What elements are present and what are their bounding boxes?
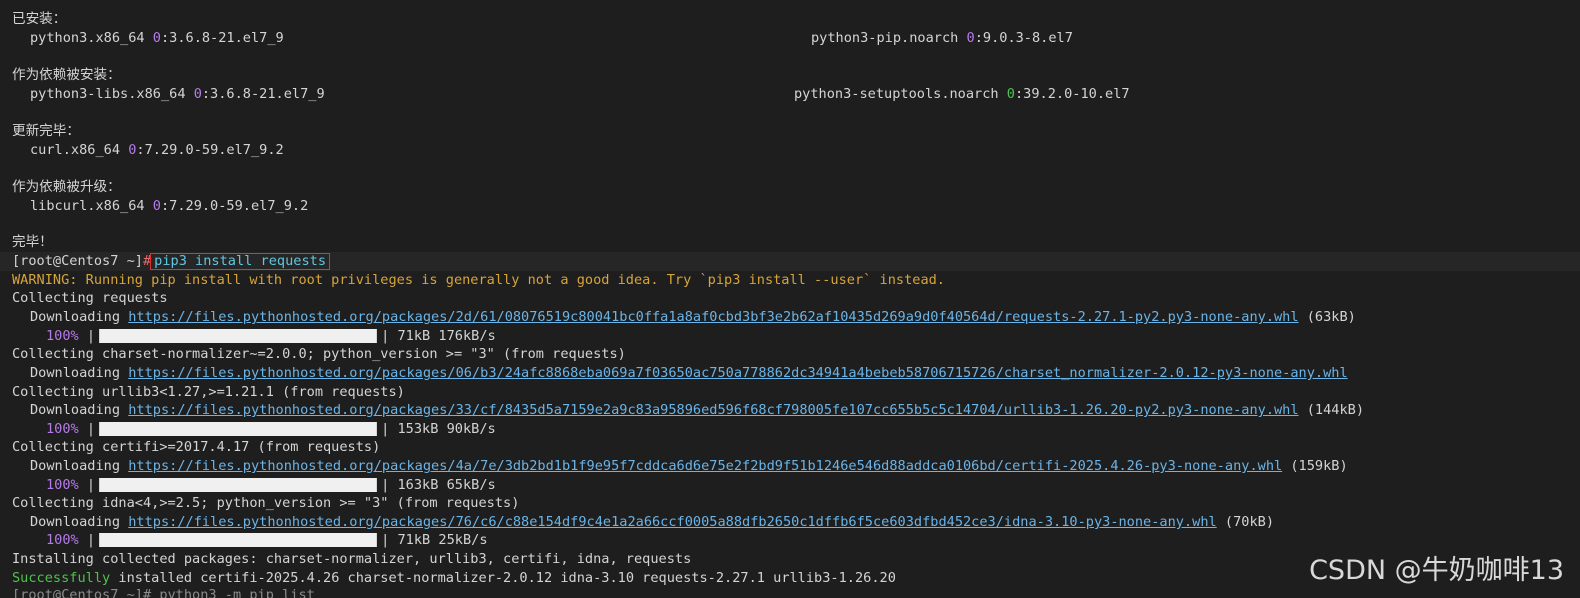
dep-upgraded-header: 作为依赖被升级：: [12, 179, 121, 195]
command-line[interactable]: [root@Centos7 ~]# pip3 install requests: [0, 252, 1580, 271]
updated-header: 更新完毕：: [12, 123, 80, 139]
collecting-line: Collecting urllib3<1.27,>=1.21.1 (from r…: [12, 384, 405, 400]
progress-line: 100% | | 71kB 176kB/s: [46, 328, 496, 344]
command-text: pip3 install requests: [154, 253, 327, 269]
command-highlight: pip3 install requests: [150, 253, 331, 270]
progress-line: 100% | | 153kB 90kB/s: [46, 421, 496, 437]
watermark: CSDN @牛奶咖啡13: [1309, 555, 1564, 586]
downloading-line: Downloading https://files.pythonhosted.o…: [30, 458, 1348, 474]
downloading-line: Downloading https://files.pythonhosted.o…: [30, 514, 1275, 530]
progress-line: 100% | | 163kB 65kB/s: [46, 477, 496, 493]
updated-item: curl.x86_64 0:7.29.0-59.el7_9.2: [30, 142, 284, 158]
warning-message: WARNING: Running pip install with root p…: [12, 272, 945, 288]
dep-installed-item: python3-setuptools.noarch 0:39.2.0-10.el…: [794, 86, 1130, 102]
downloading-line: Downloading https://files.pythonhosted.o…: [30, 365, 1348, 381]
package-url-link[interactable]: https://files.pythonhosted.org/packages/…: [128, 402, 1298, 418]
downloading-line: Downloading https://files.pythonhosted.o…: [30, 402, 1365, 418]
progress-bar: [99, 422, 378, 436]
downloading-line: Downloading https://files.pythonhosted.o…: [30, 309, 1356, 325]
terminal-window[interactable]: 已安装： python3.x86_64 0:3.6.8-21.el7_9 pyt…: [0, 0, 1580, 598]
package-url-link[interactable]: https://files.pythonhosted.org/packages/…: [128, 309, 1298, 325]
installed-item: python3.x86_64 0:3.6.8-21.el7_9: [30, 30, 284, 46]
progress-bar: [99, 329, 378, 343]
package-url-link[interactable]: https://files.pythonhosted.org/packages/…: [128, 458, 1282, 474]
dep-installed-item: python3-libs.x86_64 0:3.6.8-21.el7_9: [30, 86, 325, 102]
dep-upgraded-item: libcurl.x86_64 0:7.29.0-59.el7_9.2: [30, 198, 309, 214]
collecting-line: Collecting certifi>=2017.4.17 (from requ…: [12, 439, 381, 455]
dep-installed-header: 作为依赖被安装：: [12, 67, 121, 83]
done-message: 完毕！: [12, 234, 53, 250]
progress-bar: [99, 478, 378, 492]
success-line: Successfully installed certifi-2025.4.26…: [12, 570, 896, 586]
installing-line: Installing collected packages: charset-n…: [12, 551, 692, 567]
package-url-link[interactable]: https://files.pythonhosted.org/packages/…: [128, 514, 1217, 530]
shell-prompt: [root@Centos7 ~]: [12, 253, 143, 269]
package-url-link[interactable]: https://files.pythonhosted.org/packages/…: [128, 365, 1347, 381]
collecting-line: Collecting requests: [12, 290, 168, 306]
progress-bar: [99, 533, 378, 547]
collecting-line: Collecting idna<4,>=2.5; python_version …: [12, 495, 520, 511]
installed-item: python3-pip.noarch 0:9.0.3-8.el7: [811, 30, 1073, 46]
collecting-line: Collecting charset-normalizer~=2.0.0; py…: [12, 346, 626, 362]
installed-header: 已安装：: [12, 11, 67, 27]
progress-line: 100% | | 71kB 25kB/s: [46, 532, 488, 548]
partial-next-line: [root@Centos7 ~]# python3 -m pip list: [12, 587, 315, 598]
